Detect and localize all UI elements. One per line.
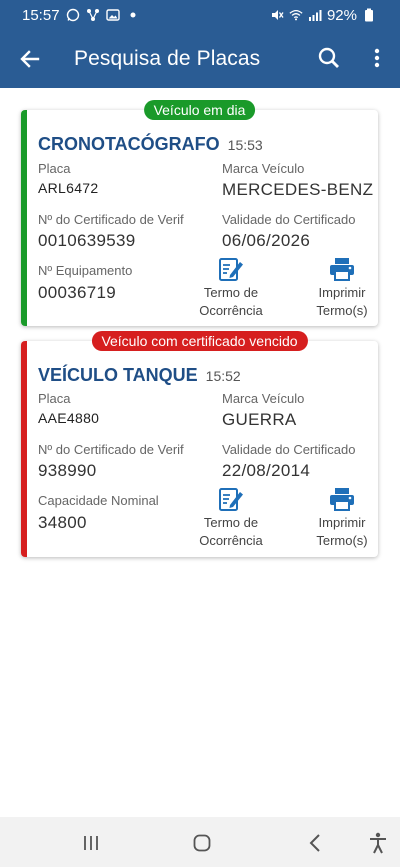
mute-icon — [270, 8, 284, 22]
imprimir-label-line1: Imprimir — [318, 515, 366, 530]
termo-label-line2: Ocorrência — [199, 303, 263, 318]
termo-label-line1: Termo de — [203, 285, 259, 300]
page-title: Pesquisa de Placas — [74, 47, 261, 70]
image-icon — [105, 8, 120, 22]
status-time: 15:57 — [22, 6, 60, 24]
validade-value: 06/06/2026 — [222, 231, 311, 250]
print-icon — [329, 486, 355, 512]
more-options-icon[interactable] — [365, 44, 389, 72]
equipamento-value: 00036719 — [38, 283, 117, 302]
status-badge: Veículo com certificado vencido — [91, 331, 308, 351]
marca-label: Marca Veículo — [222, 391, 305, 406]
capacidade-value: 34800 — [38, 513, 87, 532]
status-stripe — [21, 110, 27, 326]
placa-label: Placa — [38, 161, 71, 176]
certificado-value: 0010639539 — [38, 231, 136, 250]
home-icon[interactable] — [188, 829, 216, 857]
capacidade-label: Capacidade Nominal — [38, 493, 159, 508]
accessibility-icon[interactable] — [364, 829, 392, 857]
status-bar: 15:57 92% — [0, 0, 400, 30]
vehicle-type: VEÍCULO TANQUE — [38, 365, 198, 385]
print-icon — [329, 256, 355, 282]
imprimir-termos-button[interactable]: Imprimir Termo(s) — [299, 486, 385, 550]
termo-ocorrencia-button[interactable]: Termo de Ocorrência — [188, 486, 274, 550]
back-arrow-icon[interactable] — [16, 45, 44, 73]
edit-document-icon — [218, 486, 244, 512]
certificado-value: 938990 — [38, 461, 97, 480]
equipamento-label: Nº Equipamento — [38, 263, 133, 278]
termo-ocorrencia-button[interactable]: Termo de Ocorrência — [188, 256, 274, 320]
validade-label: Validade do Certificado — [222, 212, 356, 227]
status-badge: Veículo em dia — [143, 100, 256, 120]
whatsapp-icon — [66, 8, 80, 22]
termo-label-line2: Ocorrência — [199, 533, 263, 548]
imprimir-label-line1: Imprimir — [318, 285, 366, 300]
wifi-icon — [289, 8, 303, 22]
marca-value: GUERRA — [222, 410, 297, 429]
app-bar: Pesquisa de Placas — [0, 30, 400, 88]
back-nav-icon[interactable] — [301, 829, 329, 857]
certificado-label: Nº do Certificado de Verif — [38, 442, 184, 457]
search-icon[interactable] — [315, 44, 343, 72]
connection-icon — [86, 8, 100, 22]
vehicle-type: CRONOTACÓGRAFO — [38, 134, 220, 154]
vehicle-card[interactable]: Veículo em dia CRONOTACÓGRAFO 15:53 Plac… — [21, 100, 378, 326]
validade-label: Validade do Certificado — [222, 442, 356, 457]
placa-label: Placa — [38, 391, 71, 406]
dot-icon — [126, 8, 140, 22]
record-time: 15:53 — [227, 137, 263, 153]
edit-document-icon — [218, 256, 244, 282]
battery-icon — [362, 8, 376, 22]
placa-value: AAE4880 — [38, 410, 100, 426]
placa-value: ARL6472 — [38, 180, 99, 196]
certificado-label: Nº do Certificado de Verif — [38, 212, 184, 227]
system-nav-bar — [0, 817, 400, 867]
record-time: 15:52 — [205, 368, 241, 384]
imprimir-label-line2: Termo(s) — [316, 303, 368, 318]
battery-level: 92% — [326, 6, 357, 24]
marca-label: Marca Veículo — [222, 161, 305, 176]
status-stripe — [21, 341, 27, 557]
validade-value: 22/08/2014 — [222, 461, 311, 480]
recent-apps-icon[interactable] — [77, 829, 105, 857]
imprimir-termos-button[interactable]: Imprimir Termo(s) — [299, 256, 385, 320]
termo-label-line1: Termo de — [203, 515, 259, 530]
imprimir-label-line2: Termo(s) — [316, 533, 368, 548]
marca-value: MERCEDES-BENZ — [222, 180, 374, 199]
signal-icon — [308, 8, 322, 22]
vehicle-card[interactable]: Veículo com certificado vencido VEÍCULO … — [21, 331, 378, 557]
